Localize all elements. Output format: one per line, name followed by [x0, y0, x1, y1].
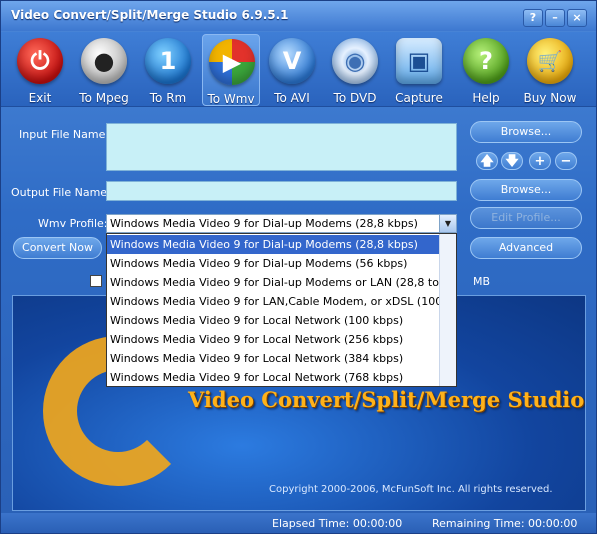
- toolbar-label: To Rm: [149, 91, 187, 105]
- close-button[interactable]: ×: [567, 9, 587, 27]
- cart-icon: 🛒: [527, 38, 573, 84]
- help-icon: ?: [463, 38, 509, 84]
- toolbar-label: To Wmv: [207, 92, 255, 106]
- app-window: Video Convert/Split/Merge Studio 6.9.5.1…: [0, 0, 597, 534]
- avi-icon: V: [269, 38, 315, 84]
- elapsed-time: Elapsed Time: 00:00:00: [272, 517, 403, 530]
- remaining-time: Remaining Time: 00:00:00: [432, 517, 578, 530]
- browse-input-button[interactable]: Browse...: [470, 121, 582, 143]
- conversion-panel: Input File Name: Browse... 🡅 🡇 + − Outpu…: [1, 107, 596, 533]
- toolbar-label: To DVD: [333, 91, 377, 105]
- profile-option[interactable]: Windows Media Video 9 for Dial-up Modems…: [107, 235, 442, 254]
- dropdown-scrollbar[interactable]: [439, 234, 456, 386]
- dvd-disc-icon: ◉: [332, 38, 378, 84]
- status-bar: Elapsed Time: 00:00:00 Remaining Time: 0…: [1, 513, 596, 533]
- chevron-down-icon[interactable]: ▼: [439, 215, 456, 232]
- copyright-text: Copyright 2000-2006, McFunSoft Inc. All …: [269, 484, 553, 495]
- mb-unit-label: MB: [473, 275, 491, 288]
- move-down-button[interactable]: 🡇: [501, 152, 523, 170]
- add-file-button[interactable]: +: [529, 152, 551, 170]
- profile-option[interactable]: Windows Media Video 9 for Local Network …: [107, 368, 442, 386]
- title-bar[interactable]: Video Convert/Split/Merge Studio 6.9.5.1…: [1, 1, 596, 31]
- profile-option[interactable]: Windows Media Video 9 for Local Network …: [107, 349, 442, 368]
- selected-profile: Windows Media Video 9 for Dial-up Modems…: [110, 217, 418, 230]
- profile-option[interactable]: Windows Media Video 9 for Local Network …: [107, 330, 442, 349]
- help-button[interactable]: ? Help: [457, 34, 515, 106]
- toolbar-label: Help: [472, 91, 500, 105]
- input-file-label: Input File Name:: [19, 128, 110, 141]
- toolbar-label: To Mpeg: [79, 91, 129, 105]
- profile-option[interactable]: Windows Media Video 9 for LAN,Cable Mode…: [107, 292, 442, 311]
- to-dvd-button[interactable]: ◉ To DVD: [326, 34, 384, 106]
- wmv-profile-select[interactable]: Windows Media Video 9 for Dial-up Modems…: [106, 214, 457, 233]
- browse-output-button[interactable]: Browse...: [470, 179, 582, 201]
- advanced-button[interactable]: Advanced: [470, 237, 582, 259]
- main-toolbar: ⏻ Exit ● To Mpeg 1 To Rm ▶ To Wmv V To A…: [1, 32, 596, 107]
- toolbar-label: Buy Now: [523, 91, 577, 105]
- convert-now-button[interactable]: Convert Now: [13, 237, 102, 259]
- split-checkbox[interactable]: [90, 275, 102, 287]
- buy-now-button[interactable]: 🛒 Buy Now: [521, 34, 579, 106]
- profile-option[interactable]: Windows Media Video 9 for Dial-up Modems…: [107, 254, 442, 273]
- banner-title: Video Convert/Split/Merge Studio: [188, 387, 585, 412]
- wmv-profile-label: Wmv Profile:: [38, 217, 108, 230]
- exit-button[interactable]: ⏻ Exit: [11, 34, 69, 106]
- window-title: Video Convert/Split/Merge Studio 6.9.5.1: [11, 8, 289, 22]
- profile-option[interactable]: Windows Media Video 9 for Dial-up Modems…: [107, 273, 442, 292]
- toolbar-label: Capture: [395, 91, 443, 105]
- move-up-button[interactable]: 🡅: [476, 152, 498, 170]
- film-reel-icon: ●: [81, 38, 127, 84]
- camera-icon: ▣: [396, 38, 442, 84]
- to-avi-button[interactable]: V To AVI: [263, 34, 321, 106]
- wmv-profile-dropdown[interactable]: Windows Media Video 9 for Dial-up Modems…: [106, 233, 457, 387]
- capture-button[interactable]: ▣ Capture: [390, 34, 448, 106]
- toolbar-label: To AVI: [274, 91, 310, 105]
- to-mpeg-button[interactable]: ● To Mpeg: [75, 34, 133, 106]
- output-file-label: Output File Name:: [11, 186, 111, 199]
- input-file-list[interactable]: [106, 123, 457, 171]
- remove-file-button[interactable]: −: [555, 152, 577, 170]
- power-icon: ⏻: [17, 38, 63, 84]
- minimize-button[interactable]: –: [545, 9, 565, 27]
- to-wmv-button[interactable]: ▶ To Wmv: [202, 34, 260, 106]
- profile-option[interactable]: Windows Media Video 9 for Local Network …: [107, 311, 442, 330]
- toolbar-label: Exit: [28, 91, 52, 105]
- realmedia-icon: 1: [145, 38, 191, 84]
- help-window-button[interactable]: ?: [523, 9, 543, 27]
- edit-profile-button: Edit Profile...: [470, 207, 582, 229]
- output-file-field[interactable]: [106, 181, 457, 201]
- windows-media-icon: ▶: [209, 39, 255, 85]
- to-rm-button[interactable]: 1 To Rm: [139, 34, 197, 106]
